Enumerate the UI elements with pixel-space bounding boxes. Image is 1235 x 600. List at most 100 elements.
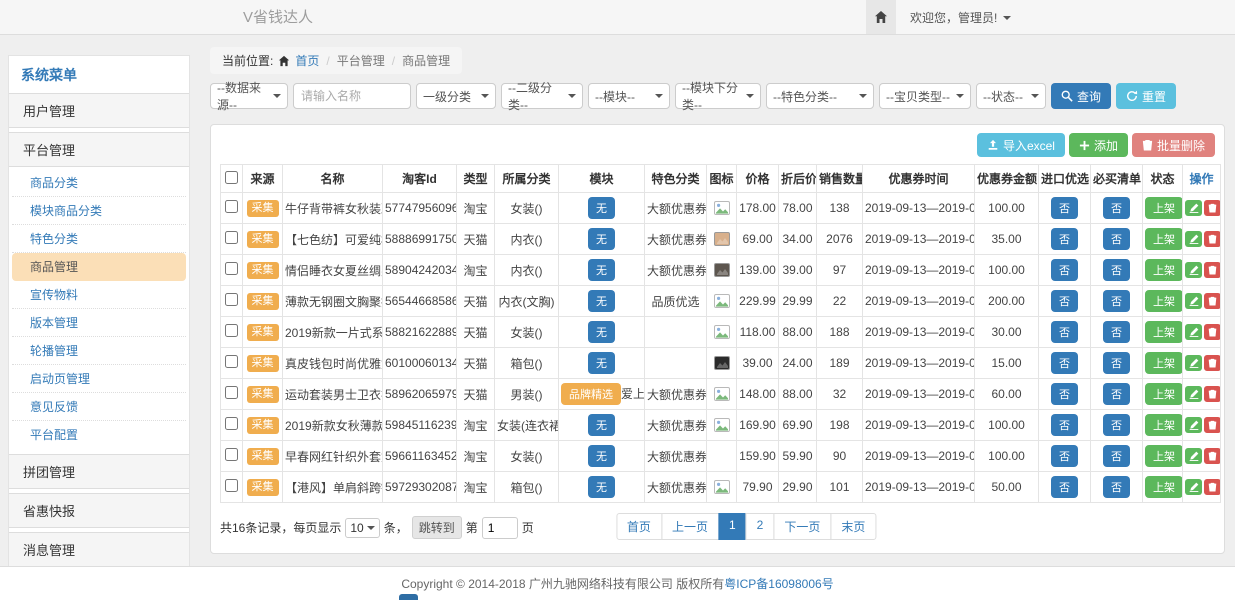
import-toggle-button[interactable]: 否 xyxy=(1051,197,1078,219)
page-button-末页[interactable]: 末页 xyxy=(830,513,876,540)
sidebar-item-特色分类[interactable]: 特色分类 xyxy=(12,225,186,253)
delete-button[interactable] xyxy=(1204,448,1221,464)
sidebar-item-轮播管理[interactable]: 轮播管理 xyxy=(12,337,186,365)
item-type-select[interactable]: --宝贝类型-- xyxy=(879,83,971,109)
edit-button[interactable] xyxy=(1185,324,1202,340)
must-buy-toggle-button[interactable]: 否 xyxy=(1103,445,1130,467)
jump-page-input[interactable] xyxy=(482,517,518,539)
breadcrumb-home-link[interactable]: 首页 xyxy=(295,52,319,69)
row-checkbox[interactable] xyxy=(225,448,238,461)
import-toggle-button[interactable]: 否 xyxy=(1051,290,1078,312)
import-toggle-button[interactable]: 否 xyxy=(1051,414,1078,436)
sidebar-item-平台配置[interactable]: 平台配置 xyxy=(12,421,186,448)
sidebar-group-用户管理[interactable]: 用户管理 xyxy=(9,93,189,128)
import-toggle-button[interactable]: 否 xyxy=(1051,228,1078,250)
import-toggle-button[interactable]: 否 xyxy=(1051,383,1078,405)
page-button-首页[interactable]: 首页 xyxy=(616,513,662,540)
batch-delete-button[interactable]: 批量删除 xyxy=(1132,133,1215,157)
icp-link[interactable]: 粤ICP备16098006号 xyxy=(724,577,833,591)
level1-category-select[interactable]: 一级分类 xyxy=(416,83,496,109)
status-button[interactable]: 上架 xyxy=(1145,197,1183,219)
row-checkbox[interactable] xyxy=(225,293,238,306)
sidebar-item-意见反馈[interactable]: 意见反馈 xyxy=(12,393,186,421)
status-button[interactable]: 上架 xyxy=(1145,259,1183,281)
home-button[interactable] xyxy=(866,0,896,34)
edit-button[interactable] xyxy=(1185,231,1202,247)
delete-button[interactable] xyxy=(1204,262,1221,278)
row-checkbox[interactable] xyxy=(225,231,238,244)
sidebar-group-拼团管理[interactable]: 拼团管理 xyxy=(9,454,189,489)
status-button[interactable]: 上架 xyxy=(1145,321,1183,343)
edit-button[interactable] xyxy=(1185,479,1202,495)
page-button-1[interactable]: 1 xyxy=(718,513,747,540)
status-button[interactable]: 上架 xyxy=(1145,414,1183,436)
delete-button[interactable] xyxy=(1204,355,1221,371)
page-button-上一页[interactable]: 上一页 xyxy=(661,513,719,540)
edit-button[interactable] xyxy=(1185,417,1202,433)
sidebar-group-消息管理[interactable]: 消息管理 xyxy=(9,532,189,567)
search-button[interactable]: 查询 xyxy=(1051,83,1111,109)
data-source-select[interactable]: --数据来源-- xyxy=(210,83,288,109)
must-buy-toggle-button[interactable]: 否 xyxy=(1103,476,1130,498)
import-excel-button[interactable]: 导入excel xyxy=(977,133,1065,157)
import-toggle-button[interactable]: 否 xyxy=(1051,476,1078,498)
must-buy-toggle-button[interactable]: 否 xyxy=(1103,414,1130,436)
sidebar-item-模块商品分类[interactable]: 模块商品分类 xyxy=(12,197,186,225)
status-button[interactable]: 上架 xyxy=(1145,290,1183,312)
import-toggle-button[interactable]: 否 xyxy=(1051,259,1078,281)
module-subcategory-select[interactable]: --模块下分类-- xyxy=(675,83,761,109)
edit-button[interactable] xyxy=(1185,200,1202,216)
must-buy-toggle-button[interactable]: 否 xyxy=(1103,352,1130,374)
delete-button[interactable] xyxy=(1204,200,1221,216)
row-checkbox[interactable] xyxy=(225,479,238,492)
must-buy-toggle-button[interactable]: 否 xyxy=(1103,383,1130,405)
status-button[interactable]: 上架 xyxy=(1145,352,1183,374)
edit-button[interactable] xyxy=(1185,293,1202,309)
delete-button[interactable] xyxy=(1204,324,1221,340)
select-all-checkbox[interactable] xyxy=(225,171,238,184)
row-checkbox[interactable] xyxy=(225,262,238,275)
row-checkbox[interactable] xyxy=(225,417,238,430)
user-menu[interactable]: 欢迎您，管理员! xyxy=(896,0,1011,35)
module-select[interactable]: --模块-- xyxy=(588,83,670,109)
edit-button[interactable] xyxy=(1185,386,1202,402)
row-checkbox[interactable] xyxy=(225,386,238,399)
import-toggle-button[interactable]: 否 xyxy=(1051,352,1078,374)
delete-button[interactable] xyxy=(1204,479,1221,495)
edit-button[interactable] xyxy=(1185,355,1202,371)
page-button-2[interactable]: 2 xyxy=(746,513,775,540)
level2-category-select[interactable]: --二级分类-- xyxy=(501,83,583,109)
delete-button[interactable] xyxy=(1204,417,1221,433)
import-toggle-button[interactable]: 否 xyxy=(1051,321,1078,343)
status-button[interactable]: 上架 xyxy=(1145,445,1183,467)
page-button-下一页[interactable]: 下一页 xyxy=(773,513,831,540)
sidebar-item-商品管理[interactable]: 商品管理 xyxy=(12,253,186,281)
delete-button[interactable] xyxy=(1204,293,1221,309)
delete-button[interactable] xyxy=(1204,231,1221,247)
sidebar-item-版本管理[interactable]: 版本管理 xyxy=(12,309,186,337)
sidebar-item-商品分类[interactable]: 商品分类 xyxy=(12,169,186,197)
sidebar-item-启动页管理[interactable]: 启动页管理 xyxy=(12,365,186,393)
feature-category-select[interactable]: --特色分类-- xyxy=(766,83,874,109)
must-buy-toggle-button[interactable]: 否 xyxy=(1103,290,1130,312)
edit-button[interactable] xyxy=(1185,448,1202,464)
sidebar-item-宣传物料[interactable]: 宣传物料 xyxy=(12,281,186,309)
jump-button[interactable]: 跳转到 xyxy=(412,516,462,539)
sidebar-group-省惠快报[interactable]: 省惠快报 xyxy=(9,493,189,528)
per-page-select[interactable]: 10 xyxy=(345,518,379,538)
sidebar-group-平台管理[interactable]: 平台管理 xyxy=(9,132,189,167)
row-checkbox[interactable] xyxy=(225,200,238,213)
row-checkbox[interactable] xyxy=(225,355,238,368)
status-button[interactable]: 上架 xyxy=(1145,383,1183,405)
name-input[interactable] xyxy=(293,83,411,109)
status-button[interactable]: 上架 xyxy=(1145,228,1183,250)
must-buy-toggle-button[interactable]: 否 xyxy=(1103,228,1130,250)
import-toggle-button[interactable]: 否 xyxy=(1051,445,1078,467)
status-select[interactable]: --状态-- xyxy=(976,83,1046,109)
must-buy-toggle-button[interactable]: 否 xyxy=(1103,197,1130,219)
status-button[interactable]: 上架 xyxy=(1145,476,1183,498)
reset-button[interactable]: 重置 xyxy=(1116,83,1176,109)
must-buy-toggle-button[interactable]: 否 xyxy=(1103,321,1130,343)
row-checkbox[interactable] xyxy=(225,324,238,337)
delete-button[interactable] xyxy=(1204,386,1221,402)
